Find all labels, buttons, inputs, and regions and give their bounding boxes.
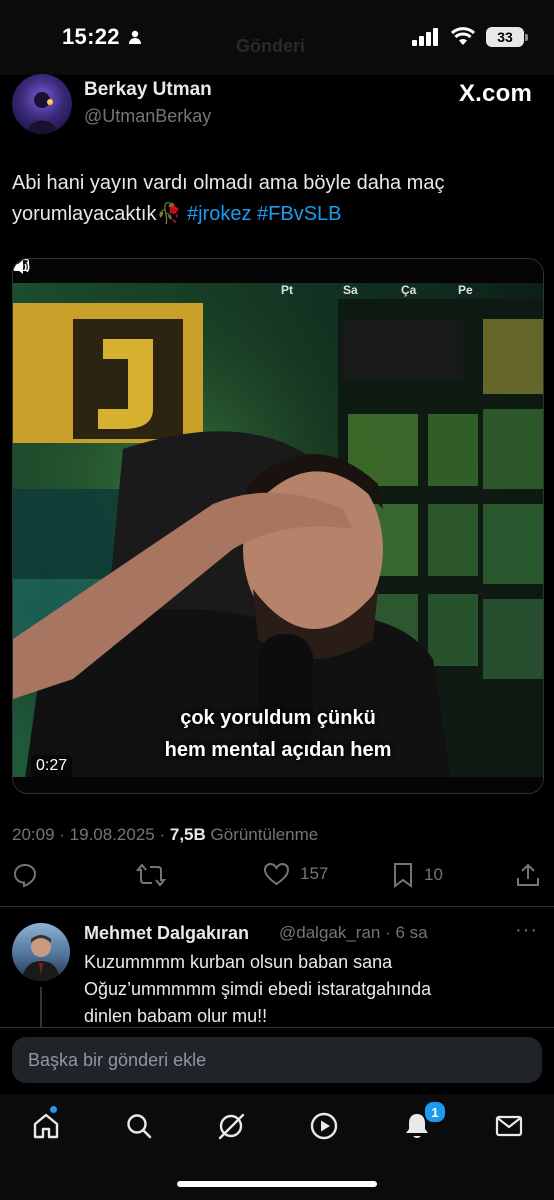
reply-icon <box>13 863 37 888</box>
thread-line <box>40 987 42 1027</box>
rose-emoji: 🥀 <box>156 203 182 225</box>
reply-text: Kuzummmm kurban olsun baban sana Oğuz’um… <box>84 949 540 1030</box>
tab-video[interactable] <box>306 1108 342 1144</box>
reply-button[interactable] <box>12 862 48 888</box>
source-badge: X.com <box>458 80 532 107</box>
author-handle[interactable]: @UtmanBerkay <box>84 106 211 127</box>
bookmark-button[interactable]: 10 <box>392 862 443 888</box>
tab-messages[interactable] <box>491 1108 527 1144</box>
overlay-label: Pt <box>281 283 293 297</box>
tweet-actions: 157 10 <box>0 862 554 902</box>
author-avatar[interactable] <box>12 74 72 134</box>
hashtag-link[interactable]: #jrokez <box>187 203 251 225</box>
bookmark-icon <box>394 863 412 888</box>
view-count: 7,5B <box>169 825 206 844</box>
divider <box>0 906 554 907</box>
overlay-label: Sa <box>343 283 358 297</box>
video-duration: 0:27 <box>31 755 73 777</box>
repost-icon <box>136 863 166 887</box>
more-options-icon[interactable]: ··· <box>515 919 538 942</box>
reply-author-handle[interactable]: @dalgak_ran · 6 sa <box>279 923 428 943</box>
reply-text-line: Oğuz’ummmmm şimdi ebedi istaratgahında <box>84 979 432 999</box>
video-subtitle-line2: hem mental açıdan hem <box>164 739 392 761</box>
hashtag-link[interactable]: #FBvSLB <box>257 203 341 225</box>
home-notification-dot <box>50 1106 57 1113</box>
reply-author-avatar[interactable] <box>12 923 70 981</box>
overlay-label: Ça <box>401 283 417 297</box>
share-icon <box>517 863 539 886</box>
tab-search[interactable] <box>121 1108 157 1144</box>
tab-notifications[interactable]: 1 <box>399 1100 447 1144</box>
tweet-date: 19.08.2025 <box>69 825 155 844</box>
tweet-header: Berkay Utman @UtmanBerkay X.com <box>0 70 554 134</box>
video-player[interactable]: Pt Sa Ça Pe cc çok yoruldum çünkü hem me… <box>12 258 544 794</box>
like-count: 157 <box>300 864 329 883</box>
person-icon <box>129 30 141 44</box>
like-button[interactable]: 157 <box>263 862 328 886</box>
status-time: 15:22 <box>62 24 120 49</box>
reply-text-line: dinlen babam olur mu!! <box>84 1006 268 1026</box>
tweet-meta: 20:09 · 19.08.2025 · 7,5B Görüntülenme <box>12 825 319 844</box>
tab-grok[interactable] <box>213 1108 249 1144</box>
tweet-text-line2: yorumlayacaktık <box>12 203 157 225</box>
status-bar: 15:22 Gönderi 33 <box>0 0 554 75</box>
search-icon <box>127 1114 152 1139</box>
volume-icon[interactable] <box>13 259 31 275</box>
heart-icon <box>263 862 290 886</box>
reply-author-name[interactable]: Mehmet Dalgakıran <box>84 923 249 944</box>
compose-input[interactable]: Başka bir gönderi ekle <box>12 1037 542 1083</box>
tweet-text-line1: Abi hani yayın vardı olmadı ama böyle da… <box>12 172 445 194</box>
video-subtitle-line1: çok yoruldum çünkü <box>180 707 376 729</box>
divider <box>0 1027 554 1028</box>
play-icon <box>310 1112 338 1140</box>
tweet-time: 20:09 <box>12 825 55 844</box>
author-display-name[interactable]: Berkay Utman <box>84 79 212 101</box>
overlay-label: Pe <box>458 283 473 297</box>
reply-text-line: Kuzummmm kurban olsun baban sana <box>84 952 393 972</box>
grok-icon <box>218 1113 245 1140</box>
bookmark-count: 10 <box>424 865 443 884</box>
views-label: Görüntülenme <box>210 825 319 844</box>
tab-home[interactable] <box>28 1106 64 1144</box>
wifi-icon <box>450 27 476 45</box>
home-icon <box>33 1113 59 1139</box>
share-button[interactable] <box>516 862 540 888</box>
home-indicator <box>177 1181 377 1187</box>
tweet-text: Abi hani yayın vardı olmadı ama böyle da… <box>12 168 542 230</box>
nav-title-ghost: Gönderi <box>236 36 306 56</box>
battery-level: 33 <box>486 27 524 47</box>
compose-placeholder: Başka bir gönderi ekle <box>28 1050 207 1070</box>
battery-icon: 33 <box>486 27 528 47</box>
mail-icon <box>495 1115 523 1137</box>
reply-tweet[interactable]: Mehmet Dalgakıran @dalgak_ran · 6 sa ···… <box>0 915 554 1027</box>
cellular-signal-icon <box>412 28 438 46</box>
repost-button[interactable] <box>136 862 176 888</box>
notifications-badge: 1 <box>423 1100 447 1124</box>
